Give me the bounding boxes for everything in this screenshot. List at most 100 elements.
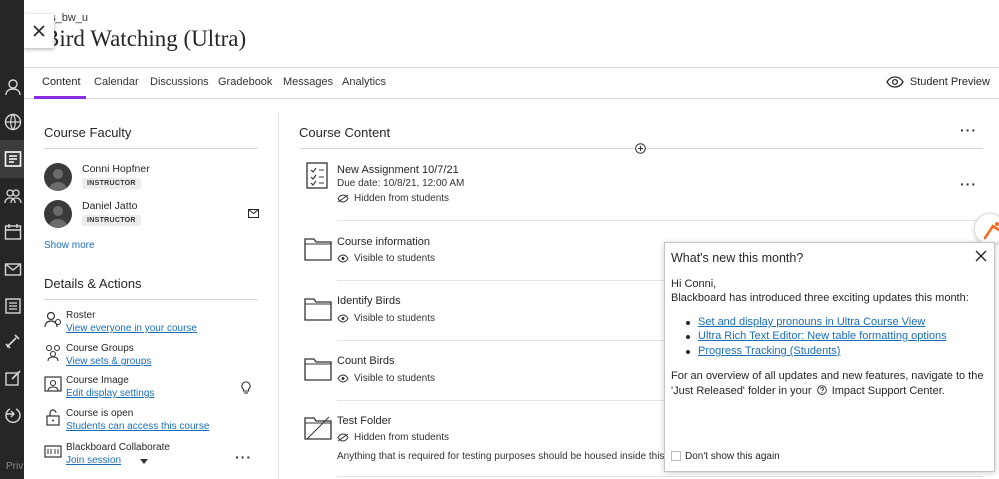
content-item-title[interactable]: Identify Birds bbox=[337, 295, 401, 307]
divider bbox=[337, 220, 983, 221]
detail-link[interactable]: View everyone in your course bbox=[66, 323, 197, 334]
faculty-name[interactable]: Conni Hopfner bbox=[82, 163, 150, 175]
chevron-down-icon[interactable] bbox=[140, 459, 148, 465]
dont-show-label[interactable]: Don't show this again bbox=[685, 451, 780, 462]
faculty-name[interactable]: Daniel Jatto bbox=[82, 200, 137, 212]
eye-icon bbox=[337, 374, 349, 383]
detail-link[interactable]: View sets & groups bbox=[66, 356, 151, 367]
assignment-icon bbox=[306, 162, 328, 189]
course-content-heading: Course Content bbox=[299, 125, 391, 140]
folder-icon bbox=[304, 358, 332, 381]
content-item-title[interactable]: Test Folder bbox=[337, 415, 391, 427]
show-more-link[interactable]: Show more bbox=[44, 240, 95, 251]
sign-out-icon[interactable] bbox=[4, 405, 22, 424]
greeting-text: Hi Conni, bbox=[671, 278, 717, 290]
collaborate-icon bbox=[44, 445, 62, 458]
detail-link[interactable]: Edit display settings bbox=[66, 388, 154, 399]
visibility-label: Hidden from students bbox=[354, 193, 450, 204]
tools-icon[interactable] bbox=[4, 332, 22, 350]
help-launcher-button[interactable] bbox=[974, 213, 999, 245]
content-item-title[interactable]: New Assignment 10/7/21 bbox=[337, 164, 459, 176]
update-link-progress[interactable]: Progress Tracking (Students) bbox=[698, 345, 840, 357]
global-nav-rail: Priv bbox=[0, 0, 24, 479]
add-content-icon[interactable] bbox=[635, 143, 646, 154]
course-tabs: Content Calendar Discussions Gradebook M… bbox=[24, 67, 999, 99]
globe-icon[interactable] bbox=[4, 113, 22, 131]
content-item-assignment[interactable]: New Assignment 10/7/21 Due date: 10/8/21… bbox=[304, 162, 984, 212]
envelope-icon[interactable] bbox=[248, 209, 259, 218]
overview-text-start: 'Just Released' folder in your bbox=[671, 385, 812, 397]
detail-link[interactable]: Students can access this course bbox=[66, 421, 209, 432]
eye-icon bbox=[886, 76, 904, 88]
due-date: Due date: 10/8/21, 12:00 AM bbox=[337, 178, 465, 189]
content-item-title[interactable]: Count Birds bbox=[337, 355, 394, 367]
tab-analytics[interactable]: Analytics bbox=[342, 76, 386, 88]
intro-text: Blackboard has introduced three exciting… bbox=[671, 292, 969, 304]
groups-icon bbox=[45, 344, 61, 361]
calendar-icon[interactable] bbox=[4, 223, 22, 241]
visibility-status[interactable]: Visible to students bbox=[337, 313, 435, 324]
detail-title: Roster bbox=[66, 310, 96, 321]
update-link-rich-text[interactable]: Ultra Rich Text Editor: New table format… bbox=[698, 330, 947, 342]
folder-icon bbox=[304, 298, 332, 321]
dont-show-checkbox[interactable] bbox=[671, 451, 681, 461]
tab-discussions[interactable]: Discussions bbox=[150, 76, 209, 88]
active-tab-indicator bbox=[34, 96, 86, 99]
close-icon[interactable] bbox=[974, 249, 988, 263]
question-icon bbox=[816, 385, 827, 395]
avatar[interactable] bbox=[44, 200, 72, 228]
tab-gradebook[interactable]: Gradebook bbox=[218, 76, 272, 88]
detail-title: Course Groups bbox=[66, 343, 134, 354]
item-more-button[interactable]: ··· bbox=[960, 176, 977, 192]
visibility-label: Visible to students bbox=[354, 313, 435, 324]
eye-slash-icon bbox=[337, 433, 349, 442]
visibility-status[interactable]: Visible to students bbox=[337, 373, 435, 384]
divider bbox=[44, 299, 258, 300]
grades-icon[interactable] bbox=[4, 297, 22, 315]
eye-icon bbox=[337, 314, 349, 323]
lightbulb-icon[interactable] bbox=[240, 381, 252, 395]
collaborate-more-button[interactable]: ··· bbox=[235, 449, 252, 465]
divider bbox=[337, 476, 983, 477]
content-item-title[interactable]: Course information bbox=[337, 236, 430, 248]
unlock-icon bbox=[46, 409, 60, 426]
tab-messages[interactable]: Messages bbox=[283, 76, 333, 88]
faculty-member: Conni Hopfner INSTRUCTOR bbox=[44, 163, 264, 193]
course-content-more-button[interactable]: ··· bbox=[960, 122, 977, 138]
image-icon bbox=[44, 376, 62, 392]
bullet bbox=[686, 335, 690, 339]
bullet bbox=[686, 350, 690, 354]
bullet bbox=[686, 321, 690, 325]
whats-new-dialog: What's new this month? Hi Conni, Blackbo… bbox=[664, 242, 995, 472]
course-faculty-heading: Course Faculty bbox=[44, 125, 132, 140]
profile-icon[interactable] bbox=[4, 78, 22, 96]
visibility-status[interactable]: Hidden from students bbox=[337, 193, 449, 204]
detail-title: Course is open bbox=[66, 408, 134, 419]
edit-icon[interactable] bbox=[4, 369, 22, 387]
folder-hidden-icon bbox=[304, 416, 332, 440]
courses-icon[interactable] bbox=[4, 150, 22, 168]
organizations-icon[interactable] bbox=[4, 187, 22, 205]
eye-icon bbox=[337, 254, 349, 263]
overview-text: For an overview of all updates and new f… bbox=[671, 370, 984, 382]
student-preview-button[interactable]: Student Preview bbox=[886, 76, 990, 88]
folder-icon bbox=[304, 238, 332, 261]
visibility-status[interactable]: Visible to students bbox=[337, 253, 435, 264]
divider bbox=[44, 148, 258, 149]
tab-calendar[interactable]: Calendar bbox=[94, 76, 139, 88]
privacy-link[interactable]: Priv bbox=[6, 461, 23, 472]
tab-content[interactable]: Content bbox=[42, 76, 81, 88]
close-course-button[interactable] bbox=[24, 14, 54, 48]
visibility-label: Visible to students bbox=[354, 373, 435, 384]
roster-icon bbox=[44, 311, 62, 328]
page-title: Bird Watching (Ultra) bbox=[44, 26, 247, 51]
close-icon bbox=[33, 25, 45, 37]
visibility-status[interactable]: Hidden from students bbox=[337, 432, 449, 443]
detail-link[interactable]: Join session bbox=[66, 455, 121, 466]
overview-text-end: Impact Support Center. bbox=[831, 385, 945, 397]
messages-icon[interactable] bbox=[4, 260, 22, 278]
visibility-label: Visible to students bbox=[354, 253, 435, 264]
avatar[interactable] bbox=[44, 163, 72, 191]
eye-slash-icon bbox=[337, 194, 349, 203]
update-link-pronouns[interactable]: Set and display pronouns in Ultra Course… bbox=[698, 316, 925, 328]
